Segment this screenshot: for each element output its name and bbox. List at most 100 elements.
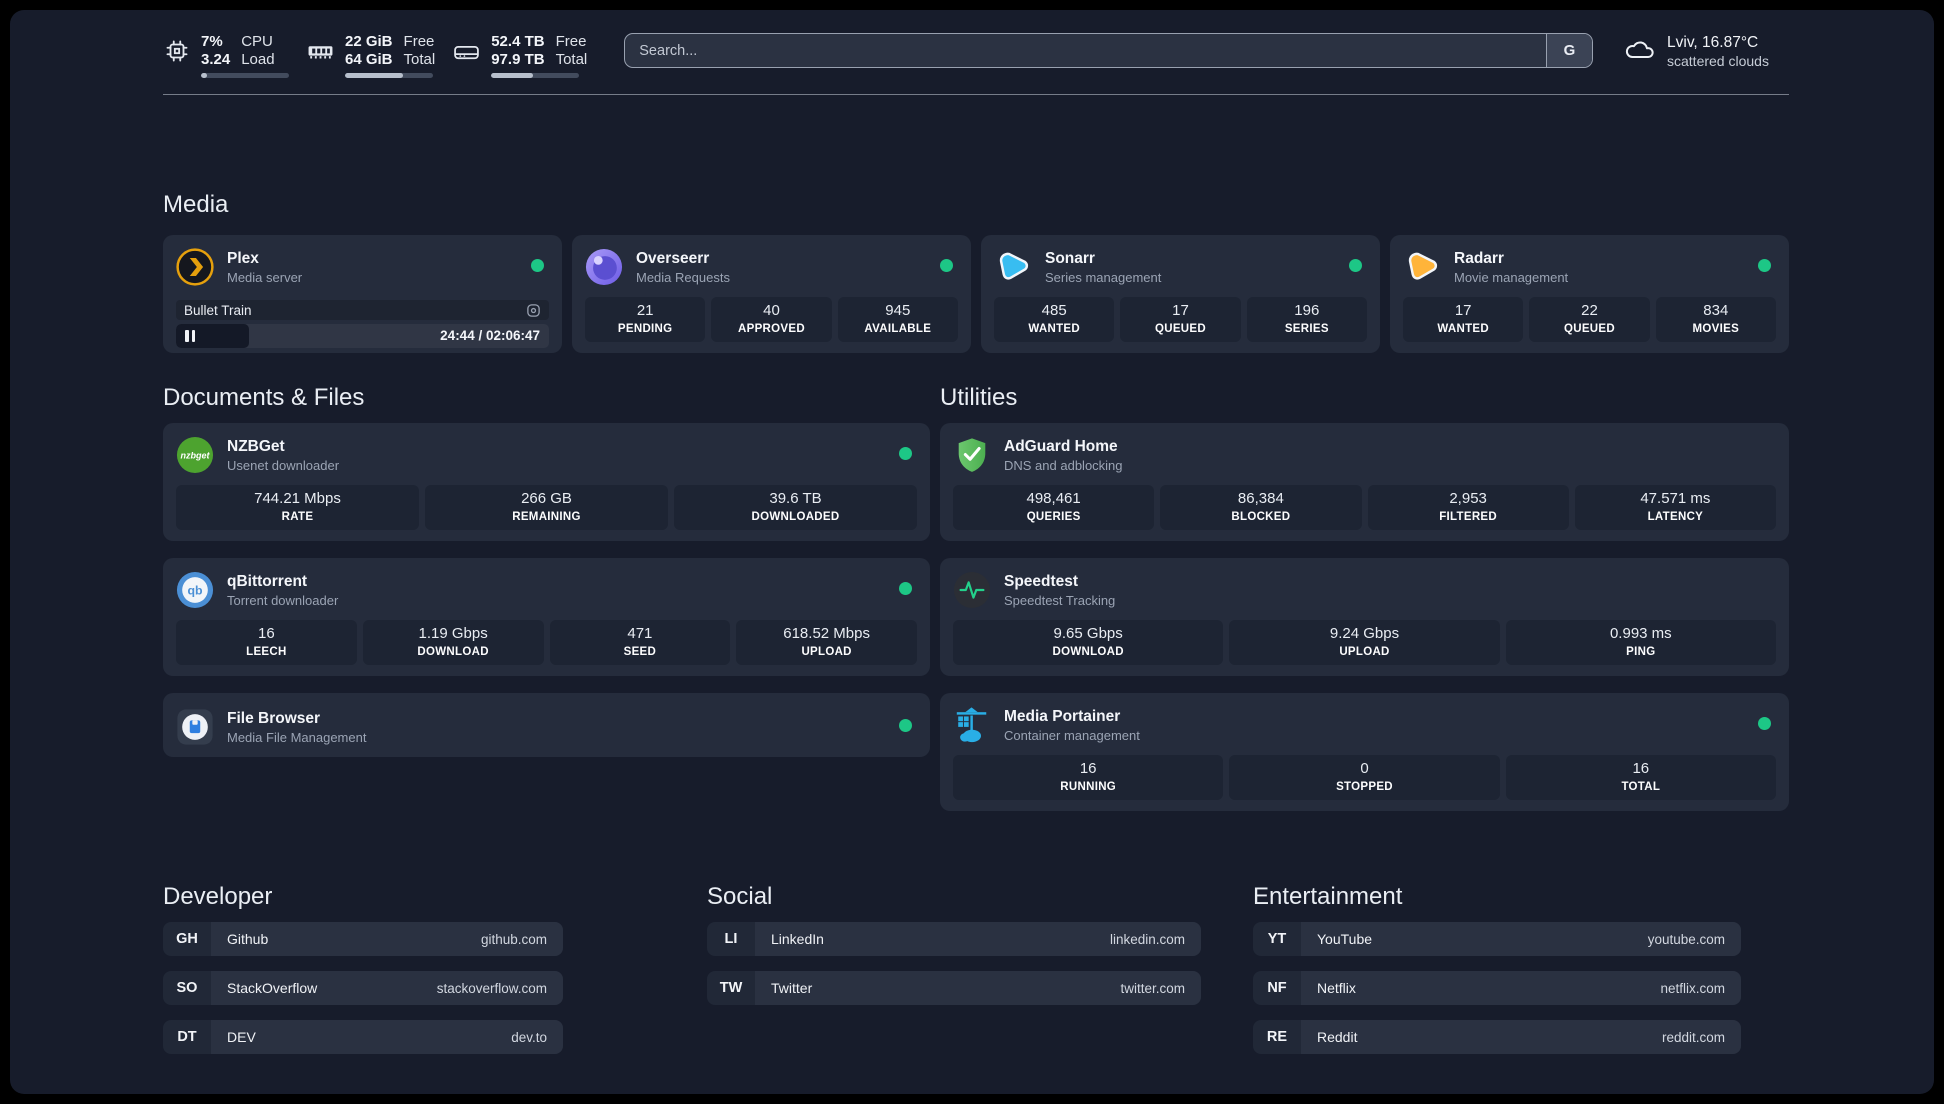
section-title-media: Media bbox=[163, 191, 229, 218]
stat-value: 945 bbox=[885, 302, 911, 319]
bookmark-name: StackOverflow bbox=[227, 980, 318, 996]
bookmarks-developer: Developer GH Github github.com SO StackO… bbox=[163, 883, 563, 1069]
section-title-developer: Developer bbox=[163, 883, 273, 910]
bookmark-github[interactable]: GH Github github.com bbox=[163, 922, 563, 956]
stat-download: 1.19 Gbps DOWNLOAD bbox=[362, 620, 544, 665]
stat-rate: 744.21 Mbps RATE bbox=[176, 485, 419, 530]
stat-label: AVAILABLE bbox=[864, 323, 932, 335]
stat-wanted: 17 WANTED bbox=[1403, 297, 1524, 342]
app-name: File Browser bbox=[227, 709, 321, 727]
sonarr-icon bbox=[994, 248, 1032, 286]
app-card-speedtest[interactable]: Speedtest Speedtest Tracking 9.65 Gbps D… bbox=[940, 558, 1789, 676]
section-title-social: Social bbox=[707, 883, 773, 910]
app-card-portainer[interactable]: Media Portainer Container management 16 … bbox=[940, 693, 1789, 811]
app-name: Overseerr bbox=[636, 249, 710, 267]
storage-free-label: Free bbox=[555, 33, 587, 50]
cpu-label: CPU bbox=[241, 33, 273, 50]
bookmark-url: reddit.com bbox=[1661, 1029, 1725, 1045]
stat-value: 86,384 bbox=[1237, 490, 1284, 507]
app-description: Movie management bbox=[1454, 269, 1569, 285]
player-progress-bar[interactable]: 24:44 / 02:06:47 bbox=[176, 324, 549, 348]
bookmark-url: youtube.com bbox=[1647, 931, 1725, 947]
portainer-icon bbox=[953, 706, 991, 744]
app-card-filebrowser[interactable]: File Browser Media File Management bbox=[163, 693, 930, 757]
memory-progress-bar bbox=[345, 73, 433, 78]
bookmark-stackoverflow[interactable]: SO StackOverflow stackoverflow.com bbox=[163, 971, 563, 1005]
settings-icon[interactable] bbox=[526, 303, 541, 318]
app-description: Usenet downloader bbox=[227, 457, 340, 473]
bookmark-linkedin[interactable]: LI LinkedIn linkedin.com bbox=[707, 922, 1201, 956]
app-card-qbittorrent[interactable]: qb qBittorrent Torrent downloader 16 LEE… bbox=[163, 558, 930, 676]
status-online-dot bbox=[1758, 259, 1771, 272]
stat-label: LEECH bbox=[246, 646, 287, 658]
stat-label: MOVIES bbox=[1692, 323, 1740, 335]
stat-label: STOPPED bbox=[1336, 781, 1393, 793]
header-bar: 7% 3.24 CPU Load 22 GiB 64 GiB Free Tota… bbox=[163, 10, 1789, 95]
bookmark-name: YouTube bbox=[1317, 931, 1373, 947]
media-grid: Plex Media server Bullet Train 24:44 / 0… bbox=[163, 235, 1789, 353]
stat-downloaded: 39.6 TB DOWNLOADED bbox=[674, 485, 917, 530]
stat-value: 40 bbox=[763, 302, 780, 319]
app-card-sonarr[interactable]: Sonarr Series management 485 WANTED 17 Q… bbox=[981, 235, 1380, 353]
plex-icon bbox=[176, 248, 214, 286]
storage-free-value: 52.4 TB bbox=[491, 33, 545, 50]
overseerr-icon bbox=[585, 248, 623, 286]
bookmark-dev[interactable]: DT DEV dev.to bbox=[163, 1020, 563, 1054]
stat-label: QUERIES bbox=[1026, 511, 1081, 523]
stat-label: WANTED bbox=[1028, 323, 1080, 335]
stat-label: DOWNLOAD bbox=[1052, 646, 1124, 658]
memory-stat: 22 GiB 64 GiB Free Total bbox=[307, 33, 435, 78]
status-online-dot bbox=[940, 259, 953, 272]
app-name: Radarr bbox=[1454, 249, 1504, 267]
app-name: Media Portainer bbox=[1004, 707, 1121, 725]
stat-value: 744.21 Mbps bbox=[254, 490, 341, 507]
memory-total-label: Total bbox=[403, 51, 436, 68]
pause-icon[interactable] bbox=[185, 330, 195, 342]
status-online-dot bbox=[1758, 717, 1771, 730]
bookmarks-entertainment: Entertainment YT YouTube youtube.com NF … bbox=[1253, 883, 1741, 1069]
stat-label: SEED bbox=[623, 646, 657, 658]
bookmark-name: Twitter bbox=[771, 980, 813, 996]
stat-label: RUNNING bbox=[1060, 781, 1117, 793]
bookmark-name: Github bbox=[227, 931, 269, 947]
stat-value: 498,461 bbox=[1026, 490, 1081, 507]
stat-label: REMAINING bbox=[512, 511, 581, 523]
disk-icon bbox=[453, 38, 480, 65]
stat-running: 16 RUNNING bbox=[953, 755, 1224, 800]
svg-text:nzbget: nzbget bbox=[180, 450, 210, 460]
app-card-adguard[interactable]: AdGuard Home DNS and adblocking 498,461 … bbox=[940, 423, 1789, 541]
search-provider-button[interactable]: G bbox=[1546, 34, 1592, 67]
stat-value: 16 bbox=[1079, 760, 1097, 777]
bookmark-name: Netflix bbox=[1317, 980, 1356, 996]
bookmark-netflix[interactable]: NF Netflix netflix.com bbox=[1253, 971, 1741, 1005]
cpu-stat: 7% 3.24 CPU Load bbox=[163, 33, 289, 78]
bookmark-name: DEV bbox=[227, 1029, 256, 1045]
bookmark-youtube[interactable]: YT YouTube youtube.com bbox=[1253, 922, 1741, 956]
stat-series: 196 SERIES bbox=[1246, 297, 1367, 342]
app-card-plex[interactable]: Plex Media server Bullet Train 24:44 / 0… bbox=[163, 235, 562, 353]
app-name: Speedtest bbox=[1004, 572, 1079, 590]
stat-upload: 618.52 Mbps UPLOAD bbox=[736, 620, 917, 665]
stat-filtered: 2,953 FILTERED bbox=[1367, 485, 1569, 530]
stat-label: RATE bbox=[281, 511, 314, 523]
bookmark-name: LinkedIn bbox=[771, 931, 824, 947]
app-card-overseerr[interactable]: Overseerr Media Requests 21 PENDING 40 A… bbox=[572, 235, 971, 353]
nzbget-icon: nzbget bbox=[176, 436, 214, 474]
stat-label: QUEUED bbox=[1563, 323, 1615, 335]
search-input[interactable] bbox=[625, 34, 1546, 67]
bookmark-tag: DT bbox=[163, 1020, 211, 1054]
app-card-radarr[interactable]: Radarr Movie management 17 WANTED 22 QUE… bbox=[1390, 235, 1789, 353]
app-description: Media Requests bbox=[636, 269, 730, 285]
status-online-dot bbox=[899, 582, 912, 595]
search-bar: G bbox=[624, 33, 1593, 68]
status-online-dot bbox=[531, 259, 544, 272]
app-description: Series management bbox=[1045, 269, 1162, 285]
bookmark-url: dev.to bbox=[511, 1029, 547, 1045]
stat-latency: 47.571 ms LATENCY bbox=[1574, 485, 1776, 530]
cpu-icon bbox=[163, 38, 190, 65]
bookmark-reddit[interactable]: RE Reddit reddit.com bbox=[1253, 1020, 1741, 1054]
bookmark-twitter[interactable]: TW Twitter twitter.com bbox=[707, 971, 1201, 1005]
storage-progress-bar bbox=[491, 73, 580, 78]
app-card-nzbget[interactable]: nzbget NZBGet Usenet downloader 744.21 M… bbox=[163, 423, 930, 541]
cpu-progress-bar bbox=[201, 73, 289, 78]
